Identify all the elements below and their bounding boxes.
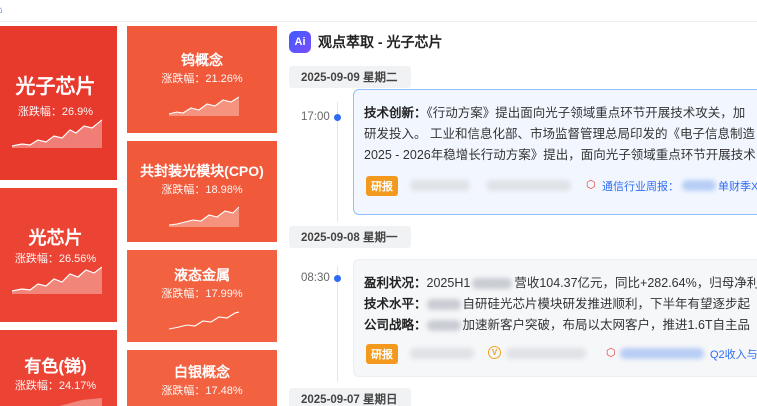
- timeline-dot-icon: [334, 275, 341, 282]
- redacted-text: [486, 180, 571, 191]
- tile-change: 涨跌幅：21.26%: [161, 73, 243, 85]
- redacted-text: [620, 348, 704, 359]
- source-link[interactable]: 通信行业周报：: [602, 178, 679, 194]
- date-header: 2025-09-07 星期日: [289, 388, 411, 406]
- tile-change: 涨跌幅：26.9%: [17, 106, 94, 118]
- card-line: 盈利状况：2025H1 营收104.37亿元，同比+282.64%，归母净利: [364, 272, 757, 291]
- card-line: 2025 - 2026年稳增长行动方案》提出，面向光子领域重点环节开展技术: [364, 144, 756, 163]
- line-text: 《行动方案》提出面向光子领域重点环节开展技术攻关，加: [426, 106, 746, 120]
- report-tag: 研报: [366, 176, 398, 196]
- line-label: 技术创新：: [364, 106, 427, 120]
- source-link-tail[interactable]: Q2收入与: [710, 346, 757, 362]
- verified-v-icon: V: [488, 346, 501, 359]
- tile-name: 光芯片: [28, 228, 83, 248]
- tile-name: 白银概念: [174, 364, 230, 380]
- redacted-text: [506, 348, 586, 359]
- heatmap-tile-tungsten[interactable]: 钨概念 涨跌幅：21.26%: [127, 26, 277, 133]
- line-text: 研发投入。 工业和信息化部、市场监督管理总局印发的《电子信息制造: [364, 127, 755, 141]
- tile-name: 钨概念: [181, 52, 223, 68]
- ai-logo-icon: Ai: [289, 31, 311, 53]
- sparkline-icon: [12, 119, 102, 148]
- tile-change: 涨跌幅：17.99%: [161, 288, 243, 300]
- timeline-line: [337, 266, 338, 382]
- line-text: 营收104.37亿元，同比+282.64%，归母净利: [514, 276, 757, 290]
- heatmap-tile-silver[interactable]: 白银概念 涨跌幅：17.48%: [127, 350, 277, 406]
- panel-header: Ai 观点萃取 - 光子芯片: [289, 30, 442, 54]
- line-text: 2025 - 2026年稳增长行动方案》提出，面向光子领域重点环节开展技术: [364, 148, 756, 162]
- sparkline-icon: [169, 311, 239, 330]
- tile-name: 有色(锑): [24, 357, 87, 376]
- card-line: 研发投入。 工业和信息化部、市场监督管理总局印发的《电子信息制造: [364, 123, 755, 142]
- report-tag: 研报: [366, 344, 398, 364]
- redacted-text: [682, 180, 716, 191]
- card-line: 技术创新：《行动方案》提出面向光子领域重点环节开展技术攻关，加: [364, 102, 745, 121]
- tile-name: 共封装光模块(CPO): [140, 163, 264, 179]
- redacted-text: [472, 278, 513, 290]
- date-header: 2025-09-09 星期二: [289, 66, 411, 88]
- entry-time: 17:00: [301, 111, 330, 123]
- heatmap-tile-optical-chip[interactable]: 光芯片 涨跌幅：26.56%: [0, 188, 117, 322]
- sparkline-icon: [12, 266, 102, 294]
- heatmap-tile-cpo[interactable]: 共封装光模块(CPO) 涨跌幅：18.98%: [127, 141, 277, 242]
- pdf-icon: ⬡: [586, 179, 596, 191]
- sparkline-icon: [59, 398, 102, 406]
- redacted-text: [426, 299, 461, 311]
- redacted-text: [426, 320, 461, 332]
- viewpoint-panel: Ai 观点萃取 - 光子芯片 2025-09-09 星期二 17:00 技术创新…: [285, 22, 757, 406]
- line-label: 盈利状况：: [364, 276, 427, 290]
- entry-time: 08:30: [301, 272, 330, 284]
- top-strip: ⌂: [0, 0, 757, 22]
- tile-change: 涨跌幅：17.48%: [161, 385, 243, 397]
- source-link-tail[interactable]: 单财季XPU: [718, 178, 757, 194]
- line-label: 公司战略：: [364, 318, 427, 332]
- line-text: 自研硅光芯片模块研发推进顺利，下半年有望逐步起: [462, 297, 751, 311]
- viewpoint-card[interactable]: 技术创新：《行动方案》提出面向光子领域重点环节开展技术攻关，加 研发投入。 工业…: [353, 89, 757, 215]
- page-title: 观点萃取 - 光子芯片: [318, 34, 443, 50]
- heatmap-tile-nonferrous-antimony[interactable]: 有色(锑) 涨跌幅：24.17%: [0, 330, 117, 406]
- card-line: 公司战略： 加速新客户突破，布局以太网客户，推进1.6T自主品: [364, 314, 750, 333]
- heatmap-tile-photonic-chip[interactable]: 光子芯片 涨跌幅：26.9%: [0, 26, 117, 180]
- timeline-dot-icon: [334, 114, 341, 121]
- line-label: 技术水平：: [364, 297, 427, 311]
- redacted-text: [410, 348, 474, 359]
- date-header: 2025-09-08 星期一: [289, 226, 411, 248]
- viewpoint-card[interactable]: 盈利状况：2025H1 营收104.37亿元，同比+282.64%，归母净利 技术…: [353, 259, 757, 377]
- tile-change: 涨跌幅：24.17%: [14, 380, 97, 392]
- pdf-icon: ⬡: [606, 347, 616, 359]
- tile-name: 光子芯片: [15, 76, 96, 98]
- sparkline-icon: [169, 206, 239, 227]
- heatmap-tile-liquid-metal[interactable]: 液态金属 涨跌幅：17.99%: [127, 250, 277, 342]
- line-text: 加速新客户突破，布局以太网客户，推进1.6T自主品: [462, 318, 751, 332]
- home-icon[interactable]: ⌂: [0, 4, 3, 16]
- tile-change: 涨跌幅：18.98%: [161, 184, 243, 196]
- sparkline-icon: [169, 96, 239, 116]
- tile-name: 液态金属: [174, 267, 230, 283]
- line-text: 2025H1: [426, 276, 471, 290]
- card-line: 技术水平： 自研硅光芯片模块研发推进顺利，下半年有望逐步起: [364, 293, 750, 312]
- redacted-text: [410, 180, 470, 191]
